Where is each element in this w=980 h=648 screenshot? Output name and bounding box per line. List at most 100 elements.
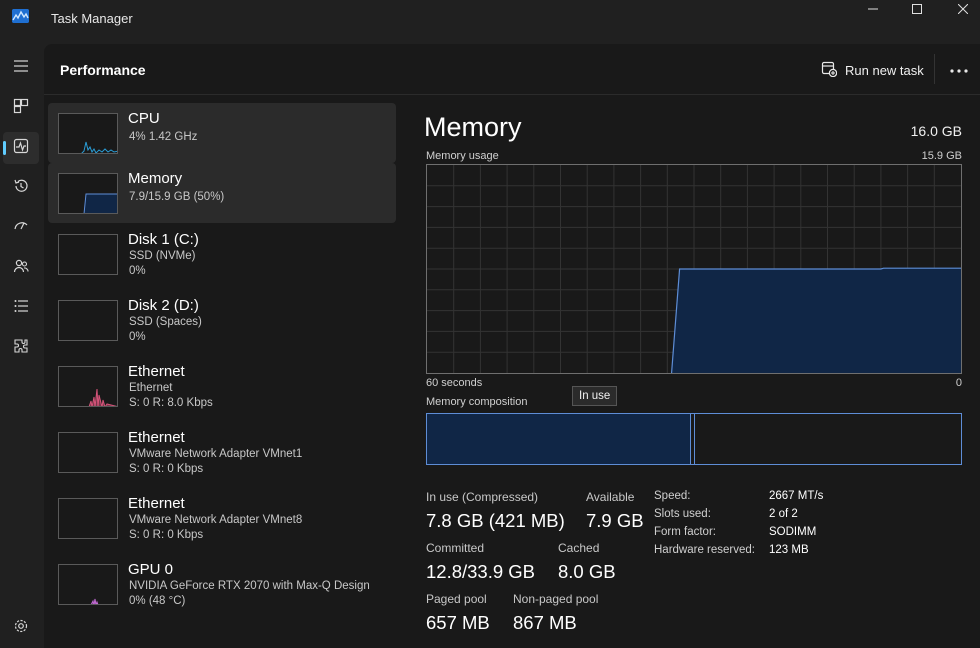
composition-modified-segment[interactable] [694,414,695,464]
more-icon [950,60,968,78]
device-detail: SSD (NVMe) [129,250,196,262]
device-item-cpu[interactable]: CPU 4% 1.42 GHz [48,103,396,163]
page-header: Performance Run new task [44,44,980,95]
disk1-thumbnail-graph [58,234,118,275]
device-detail: Ethernet [129,382,173,394]
device-item-gpu-0[interactable]: GPU 0 NVIDIA GeForce RTX 2070 with Max-Q… [48,554,396,614]
non-paged-pool-value: 867 MB [513,612,577,633]
vmnet1-thumbnail-graph [58,432,118,473]
users-icon [13,258,29,279]
device-detail: VMware Network Adapter VMnet8 [129,514,303,526]
device-detail: SSD (Spaces) [129,316,202,328]
device-name: Ethernet [128,495,185,512]
task-manager-app-icon [12,9,29,23]
device-usage: 0% [129,331,146,343]
device-throughput: S: 0 R: 8.0 Kbps [129,397,213,409]
available-value: 7.9 GB [586,510,644,531]
form-factor-label: Form factor: [654,526,716,538]
startup-apps-icon [13,218,29,239]
services-icon [13,338,29,359]
device-detail: 4% 1.42 GHz [129,131,198,143]
committed-value: 12.8/33.9 GB [426,561,536,582]
device-name: GPU 0 [128,561,174,578]
performance-icon [13,138,29,159]
device-name: CPU [128,110,160,127]
memory-composition-label: Memory composition [426,396,528,408]
minimize-button[interactable] [850,0,896,20]
ethernet-thumbnail-graph [58,366,118,407]
memory-usage-max: 15.9 GB [921,150,962,162]
device-detail: VMware Network Adapter VMnet1 [129,448,303,460]
nav-performance[interactable] [3,132,39,164]
nav-details[interactable] [3,292,39,324]
composition-in-use-segment[interactable] [427,414,691,464]
nav-services[interactable] [3,332,39,364]
memory-usage-svg [427,165,961,374]
run-new-task-button[interactable]: Run new task [821,59,924,81]
device-item-disk-2[interactable]: Disk 2 (D:) SSD (Spaces) 0% [48,290,396,350]
device-name: Disk 2 (D:) [128,297,199,314]
slots-used-label: Slots used: [654,508,711,520]
run-new-task-label: Run new task [845,62,924,78]
close-button[interactable] [940,0,980,20]
committed-label: Committed [426,541,485,555]
in-use-label: In use (Compressed) [426,490,539,504]
maximize-button[interactable] [894,0,940,20]
device-item-ethernet-vmnet1[interactable]: Ethernet VMware Network Adapter VMnet1 S… [48,422,396,482]
hamburger-icon [13,59,29,78]
memory-heading: Memory [424,112,522,142]
memory-usage-label: Memory usage [426,150,499,162]
speed-label: Speed: [654,490,691,502]
settings-icon [13,618,29,639]
slots-used-value: 2 of 2 [769,508,798,520]
in-use-value: 7.8 GB (421 MB) [426,510,565,531]
run-task-icon [821,61,838,80]
maximize-icon [912,1,922,19]
nav-app-history[interactable] [3,172,39,204]
nav-menu-toggle[interactable] [3,52,39,84]
paged-pool-label: Paged pool [426,592,487,606]
content-panel: Performance Run new task CPU 4% 1.42 GHz [44,44,980,648]
more-options-button[interactable] [945,58,973,80]
non-paged-pool-label: Non-paged pool [513,592,599,606]
device-throughput: S: 0 R: 0 Kbps [129,463,204,475]
memory-usage-graph [426,164,962,374]
graph-axis-left-label: 60 seconds [426,377,483,389]
device-detail: NVIDIA GeForce RTX 2070 with Max-Q Desig… [129,580,370,592]
window-title: Task Manager [51,11,133,26]
page-title: Performance [60,62,146,78]
processes-icon [13,98,29,119]
device-detail: 7.9/15.9 GB (50%) [129,191,225,203]
nav-settings[interactable] [3,612,39,644]
device-name: Disk 1 (C:) [128,231,199,248]
paged-pool-value: 657 MB [426,612,490,633]
close-icon [957,1,969,19]
device-throughput: S: 0 R: 0 Kbps [129,529,204,541]
hardware-reserved-label: Hardware reserved: [654,544,755,556]
memory-composition-bar[interactable] [426,413,962,465]
cpu-thumbnail-graph [58,113,118,154]
device-item-ethernet[interactable]: Ethernet Ethernet S: 0 R: 8.0 Kbps [48,356,396,416]
nav-users[interactable] [3,252,39,284]
device-item-ethernet-vmnet8[interactable]: Ethernet VMware Network Adapter VMnet8 S… [48,488,396,548]
nav-processes[interactable] [3,92,39,124]
graph-axis-right-label: 0 [955,377,962,389]
available-label: Available [586,490,635,504]
disk2-thumbnail-graph [58,300,118,341]
device-item-memory[interactable]: Memory 7.9/15.9 GB (50%) [48,163,396,223]
app-history-icon [13,178,29,199]
form-factor-value: SODIMM [769,526,817,538]
memory-total: 16.0 GB [910,123,962,139]
title-bar: Task Manager [0,0,980,44]
details-icon [13,298,29,319]
cached-value: 8.0 GB [558,561,616,582]
navigation-rail [0,44,44,648]
cached-label: Cached [558,541,600,555]
device-item-disk-1[interactable]: Disk 1 (C:) SSD (NVMe) 0% [48,224,396,284]
device-usage: 0% (48 °C) [129,595,186,607]
hardware-reserved-value: 123 MB [769,544,809,556]
memory-thumbnail-graph [58,173,118,214]
minimize-icon [868,1,878,19]
nav-startup-apps[interactable] [3,212,39,244]
device-name: Ethernet [128,429,185,446]
